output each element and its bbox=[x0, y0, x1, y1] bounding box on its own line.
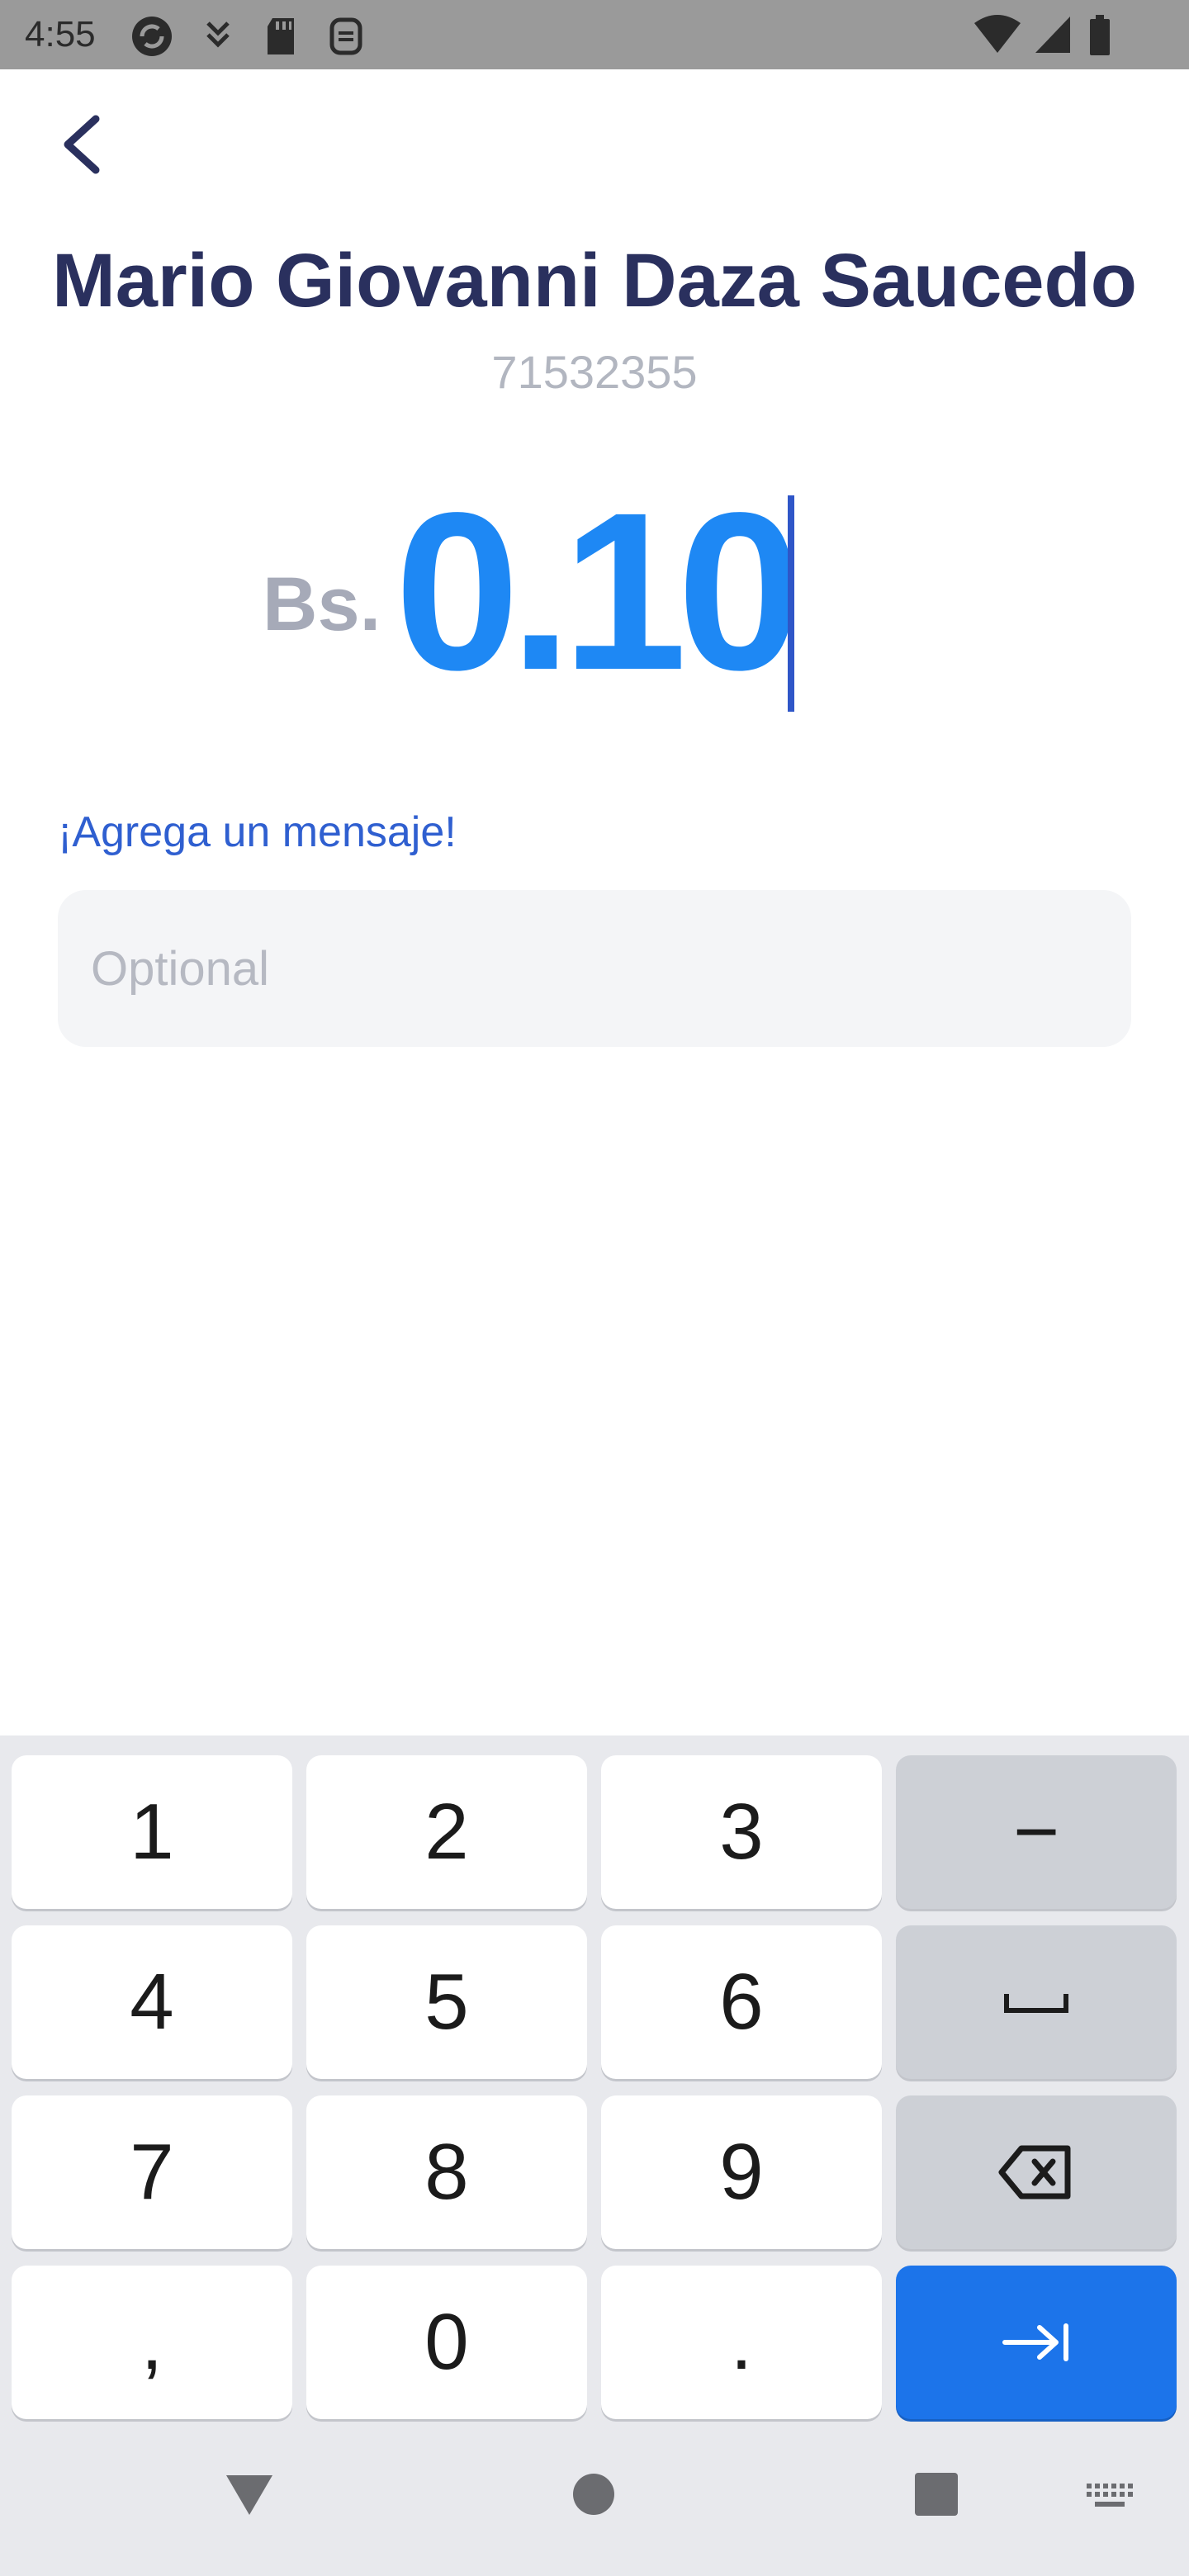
key-space[interactable] bbox=[896, 1925, 1177, 2079]
key-4[interactable]: 4 bbox=[12, 1925, 292, 2079]
tab-next-icon bbox=[1002, 2323, 1068, 2361]
text-caret bbox=[788, 495, 794, 712]
backspace-icon bbox=[998, 2145, 1071, 2200]
space-bar-icon bbox=[1004, 1994, 1068, 2013]
battery-icon bbox=[1090, 15, 1110, 55]
download-icon bbox=[206, 21, 230, 48]
cell-signal-icon bbox=[1035, 17, 1070, 53]
back-button[interactable] bbox=[50, 107, 116, 182]
sync-icon bbox=[132, 17, 172, 56]
sd-card-icon bbox=[268, 18, 294, 54]
status-time: 4:55 bbox=[25, 14, 96, 54]
amount-value[interactable]: 0.10 bbox=[395, 479, 802, 703]
message-input[interactable] bbox=[58, 890, 1131, 1047]
key-minus[interactable]: − bbox=[896, 1755, 1177, 1909]
app-notification-icon bbox=[329, 17, 362, 55]
nav-recents-icon[interactable] bbox=[915, 2473, 958, 2516]
wifi-icon bbox=[974, 15, 1021, 53]
key-comma[interactable]: , bbox=[12, 2266, 292, 2419]
recipient-name: Mario Giovanni Daza Saucedo bbox=[52, 239, 1137, 323]
next-key[interactable] bbox=[896, 2266, 1177, 2419]
key-9[interactable]: 9 bbox=[601, 2095, 882, 2249]
currency-label: Bs. bbox=[263, 562, 381, 646]
key-0[interactable]: 0 bbox=[306, 2266, 587, 2419]
status-bar: 4:55 bbox=[0, 0, 1189, 69]
key-6[interactable]: 6 bbox=[601, 1925, 882, 2079]
numeric-keyboard: 1 2 3 − 4 5 6 7 8 9 , 0 . bbox=[0, 1735, 1189, 2576]
key-5[interactable]: 5 bbox=[306, 1925, 587, 2079]
key-2[interactable]: 2 bbox=[306, 1755, 587, 1909]
nav-home-icon[interactable] bbox=[571, 2472, 616, 2517]
key-8[interactable]: 8 bbox=[306, 2095, 587, 2249]
keyboard-switch-icon[interactable] bbox=[1085, 2482, 1135, 2510]
message-label: ¡Agrega un mensaje! bbox=[58, 808, 457, 856]
chevron-left-icon bbox=[64, 115, 100, 174]
nav-back-icon[interactable] bbox=[223, 2470, 276, 2518]
key-backspace[interactable] bbox=[896, 2095, 1177, 2249]
recipient-phone: 71532355 bbox=[491, 346, 698, 398]
key-7[interactable]: 7 bbox=[12, 2095, 292, 2249]
amount-field[interactable]: Bs. 0.10 bbox=[0, 479, 1189, 727]
key-1[interactable]: 1 bbox=[12, 1755, 292, 1909]
key-3[interactable]: 3 bbox=[601, 1755, 882, 1909]
key-period[interactable]: . bbox=[601, 2266, 882, 2419]
